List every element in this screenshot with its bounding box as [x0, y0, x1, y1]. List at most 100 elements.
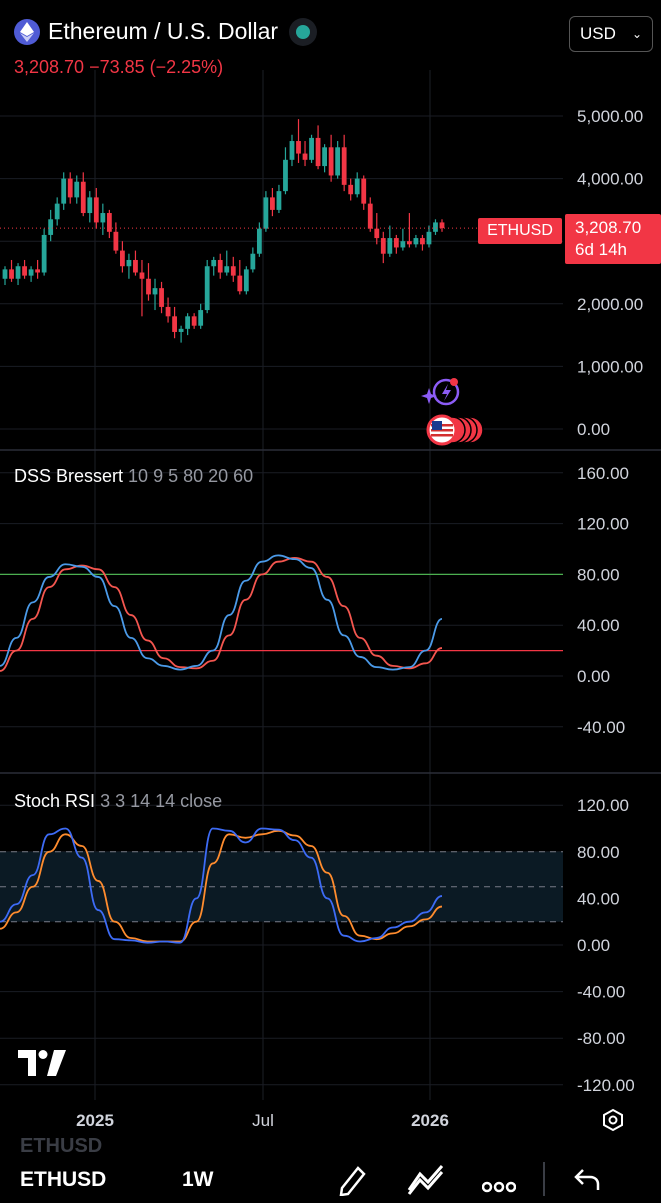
- dss-axis-label: 0.00: [577, 667, 610, 686]
- bar-countdown: 6d 14h: [575, 240, 627, 259]
- previous-symbol-ghost: ETHUSD: [20, 1135, 103, 1157]
- price-axis-label: 0.00: [577, 420, 610, 439]
- candle-body: [270, 197, 275, 210]
- candle-body: [354, 178, 360, 195]
- dss-axis-label: 40.00: [577, 616, 620, 635]
- candle-body: [204, 266, 210, 311]
- ai-insight-icon[interactable]: [418, 376, 462, 415]
- candle-body: [296, 141, 301, 154]
- candle-body: [250, 253, 256, 270]
- price-axis-label: 4,000.00: [577, 170, 643, 189]
- candle-body: [22, 266, 27, 276]
- candle-body: [198, 310, 204, 326]
- candle-body: [433, 222, 438, 232]
- candle-body: [74, 181, 80, 198]
- stoch-indicator-legend[interactable]: Stoch RSI 3 3 14 14 close: [14, 791, 222, 812]
- chart-canvas[interactable]: 5,000.004,000.003,000.002,000.001,000.00…: [0, 0, 661, 1199]
- candle-body: [159, 288, 164, 307]
- currency-select[interactable]: USD ⌄: [569, 16, 653, 52]
- candle-body: [48, 219, 54, 235]
- candle-body: [133, 259, 138, 273]
- candle-body: [217, 259, 223, 273]
- last-price-tag: 3,208.70 6d 14h: [565, 214, 661, 264]
- stoch-name: Stoch RSI: [14, 791, 96, 811]
- undo-icon[interactable]: [573, 1168, 601, 1199]
- stoch-axis-label: -80.00: [577, 1029, 625, 1048]
- candle-body: [93, 197, 99, 223]
- candle-body: [406, 241, 412, 245]
- stoch-params: 3 3 14 14 close: [100, 791, 223, 811]
- candle-body: [224, 266, 230, 273]
- candle-body: [9, 269, 14, 279]
- candle-body: [120, 250, 125, 267]
- candle-body: [393, 238, 399, 248]
- candle-body: [100, 213, 106, 223]
- candle-body: [361, 178, 367, 204]
- us-economic-events-icon[interactable]: [426, 414, 488, 451]
- tradingview-logo-icon[interactable]: [18, 1050, 66, 1081]
- candle-body: [80, 181, 86, 214]
- stoch-axis-label: 80.00: [577, 843, 620, 862]
- candle-body: [54, 203, 60, 220]
- stoch-axis-label: 120.00: [577, 796, 629, 815]
- candle-body: [2, 269, 8, 279]
- candle-body: [335, 147, 341, 176]
- candle-body: [400, 241, 406, 248]
- candle-body: [348, 184, 354, 195]
- stoch-axis-label: -120.00: [577, 1076, 635, 1095]
- symbol-title: Ethereum / U.S. Dollar: [48, 18, 279, 44]
- candle-body: [426, 231, 432, 245]
- candle-body: [172, 316, 177, 332]
- candle-body: [302, 153, 308, 160]
- dss-params: 10 9 5 80 20 60: [128, 466, 254, 486]
- stoch-axis-label: 40.00: [577, 889, 620, 908]
- candle-body: [106, 213, 112, 232]
- dss-axis-label: -40.00: [577, 718, 625, 737]
- candle-body: [420, 238, 425, 245]
- symbol-header[interactable]: Ethereum / U.S. Dollar: [14, 18, 311, 45]
- candle-body: [315, 137, 321, 167]
- chevron-down-icon: ⌄: [631, 27, 642, 41]
- candle-body: [113, 231, 119, 251]
- candle-body: [178, 328, 184, 332]
- stoch-axis-label: -40.00: [577, 983, 625, 1002]
- time-axis-label: 2025: [76, 1111, 114, 1130]
- indicators-icon[interactable]: [406, 1162, 446, 1203]
- symbol-search-button[interactable]: ETHUSD: [20, 1168, 106, 1192]
- timeframe-button[interactable]: 1W: [182, 1168, 214, 1192]
- tradingview-chart-screen: 5,000.004,000.003,000.002,000.001,000.00…: [0, 0, 661, 1199]
- candle-body: [191, 316, 197, 326]
- price-axis-label: 2,000.00: [577, 295, 643, 314]
- candle-body: [211, 259, 217, 267]
- candle-body: [263, 197, 269, 229]
- settings-icon[interactable]: [601, 1108, 625, 1137]
- currency-value: USD: [580, 24, 616, 43]
- dss-indicator-legend[interactable]: DSS Bressert 10 9 5 80 20 60: [14, 466, 253, 487]
- time-axis-labels: 2025 Jul 2026: [76, 1111, 449, 1130]
- indicator-lines: [0, 227, 563, 944]
- candle-body: [328, 147, 334, 176]
- dss-axis-label: 120.00: [577, 515, 629, 534]
- candle-body: [439, 222, 445, 229]
- candle-body: [341, 147, 347, 185]
- last-price: 3,208.70: [575, 218, 642, 237]
- stoch-axis-label: 0.00: [577, 936, 610, 955]
- candle-body: [87, 197, 93, 214]
- candle-body: [126, 259, 132, 267]
- ethereum-logo-icon: [14, 18, 40, 45]
- more-icon[interactable]: [481, 1170, 517, 1201]
- candle-body: [230, 266, 236, 276]
- candle-body: [61, 178, 67, 204]
- candle-body: [237, 275, 243, 292]
- price-candles: [2, 119, 445, 343]
- candle-body: [243, 269, 249, 292]
- pane-separators: [0, 449, 661, 774]
- candle-body: [41, 234, 47, 273]
- candle-body: [380, 238, 386, 254]
- candle-body: [289, 141, 295, 160]
- price-change: 3,208.70 −73.85 (−2.25%): [14, 57, 224, 77]
- candle-body: [309, 137, 314, 160]
- price-axis-label: 5,000.00: [577, 107, 643, 126]
- drawing-pen-icon[interactable]: [336, 1162, 370, 1203]
- dss-name: DSS Bressert: [14, 466, 124, 486]
